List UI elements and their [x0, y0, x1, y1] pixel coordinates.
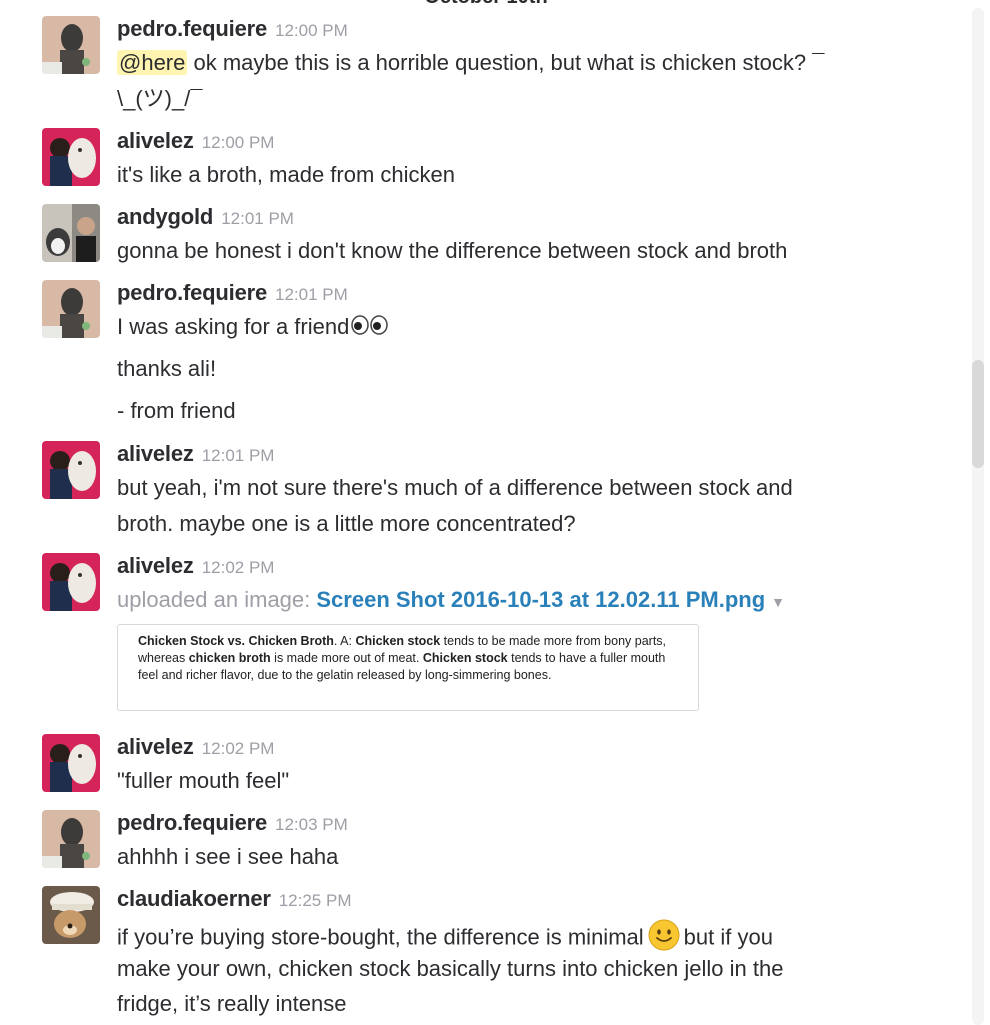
upload-prefix: uploaded an image: — [117, 587, 317, 612]
author-name[interactable]: claudiakoerner — [117, 886, 271, 911]
message-text: gonna be honest i don't know the differe… — [117, 238, 788, 263]
date-divider: October 10th — [0, 0, 972, 9]
avatar[interactable] — [42, 280, 100, 338]
author-name[interactable]: alivelez — [117, 441, 194, 466]
mention-here[interactable]: @here — [117, 50, 188, 75]
preview-bold: chicken broth — [188, 651, 271, 665]
eyes-emoji-icon — [349, 314, 391, 343]
message-text: @here ok maybe this is a horrible questi… — [117, 49, 824, 77]
avatar[interactable] — [42, 16, 100, 74]
message-header: claudiakoerner 12:25 PM — [117, 886, 351, 912]
preview-text: . A: — [333, 634, 356, 648]
message-item: alivelez 12:02 PM uploaded an image: Scre… — [0, 553, 960, 718]
scrollbar-track[interactable] — [972, 8, 984, 1025]
message-text: it's like a broth, made from chicken — [117, 162, 456, 187]
message-item: claudiakoerner 12:25 PM if you’re buying … — [0, 886, 960, 1022]
message-item: alivelez 12:00 PM it's like a broth, made… — [0, 128, 960, 190]
message-text: \_(ツ)_/¯ — [117, 86, 203, 111]
timestamp[interactable]: 12:02 PM — [202, 558, 275, 577]
scrollbar-thumb[interactable] — [972, 360, 984, 468]
timestamp[interactable]: 12:01 PM — [202, 446, 275, 465]
preview-bold: Chicken stock — [355, 634, 441, 648]
message-item: alivelez 12:02 PM "fuller mouth feel" — [0, 734, 960, 796]
message-text-part: but if you — [683, 924, 773, 950]
message-header: andygold 12:01 PM — [117, 204, 294, 230]
message-text: make your own, chicken stock basically t… — [117, 956, 784, 981]
message-item: pedro.fequiere 12:03 PM ahhhh i see i see… — [0, 810, 960, 872]
message-text: thanks ali! — [117, 356, 217, 381]
chevron-down-icon[interactable]: ▼ — [771, 594, 785, 610]
message-item: pedro.fequiere 12:01 PM I was asking for … — [0, 280, 960, 430]
author-name[interactable]: alivelez — [117, 734, 194, 759]
message-header: alivelez 12:02 PM — [117, 734, 274, 760]
message-header: pedro.fequiere 12:01 PM — [117, 280, 348, 306]
message-header: alivelez 12:02 PM — [117, 553, 274, 579]
timestamp[interactable]: 12:00 PM — [275, 21, 348, 40]
message-item: pedro.fequiere 12:00 PM @here ok maybe th… — [0, 16, 960, 116]
author-name[interactable]: pedro.fequiere — [117, 810, 267, 835]
message-header: pedro.fequiere 12:03 PM — [117, 810, 348, 836]
message-text-part: if you’re buying store-bought, the diffe… — [117, 924, 644, 950]
message-text: fridge, it’s really intense — [117, 991, 347, 1016]
message-text-part: I was asking for a friend — [117, 314, 350, 339]
image-preview[interactable]: Chicken Stock vs. Chicken Broth. A: Chic… — [117, 624, 699, 711]
upload-line: uploaded an image: Screen Shot 2016-10-1… — [117, 586, 785, 616]
message-header: alivelez 12:01 PM — [117, 441, 274, 467]
author-name[interactable]: pedro.fequiere — [117, 280, 267, 305]
message-text-part: ok maybe this is a horrible question, bu… — [187, 50, 825, 75]
message-text: but yeah, i'm not sure there's much of a… — [117, 475, 793, 500]
message-header: alivelez 12:00 PM — [117, 128, 274, 154]
message-text: - from friend — [117, 398, 236, 423]
message-text: if you’re buying store-bought, the diffe… — [117, 919, 773, 958]
avatar[interactable] — [42, 441, 100, 499]
message-item: alivelez 12:01 PM but yeah, i'm not sure … — [0, 441, 960, 541]
author-name[interactable]: andygold — [117, 204, 213, 229]
message-header: pedro.fequiere 12:00 PM — [117, 16, 348, 42]
author-name[interactable]: pedro.fequiere — [117, 16, 267, 41]
message-text: ahhhh i see i see haha — [117, 844, 339, 869]
author-name[interactable]: alivelez — [117, 128, 194, 153]
avatar[interactable] — [42, 128, 100, 186]
timestamp[interactable]: 12:02 PM — [202, 739, 275, 758]
timestamp[interactable]: 12:01 PM — [275, 285, 348, 304]
message-text: broth. maybe one is a little more concen… — [117, 511, 576, 536]
timestamp[interactable]: 12:03 PM — [275, 815, 348, 834]
message-text: "fuller mouth feel" — [117, 768, 290, 793]
timestamp[interactable]: 12:00 PM — [202, 133, 275, 152]
timestamp[interactable]: 12:25 PM — [279, 891, 352, 910]
preview-text: is made more out of meat. — [270, 651, 423, 665]
avatar[interactable] — [42, 553, 100, 611]
avatar[interactable] — [42, 204, 100, 262]
slightly-smiling-emoji-icon — [648, 919, 680, 958]
avatar[interactable] — [42, 810, 100, 868]
message-text: I was asking for a friend — [117, 313, 391, 343]
avatar[interactable] — [42, 734, 100, 792]
preview-bold: Chicken stock — [422, 651, 508, 665]
file-link[interactable]: Screen Shot 2016-10-13 at 12.02.11 PM.pn… — [316, 587, 765, 612]
author-name[interactable]: alivelez — [117, 553, 194, 578]
avatar[interactable] — [42, 886, 100, 944]
preview-bold: Chicken Stock vs. Chicken Broth — [138, 634, 334, 648]
timestamp[interactable]: 12:01 PM — [221, 209, 294, 228]
message-item: andygold 12:01 PM gonna be honest i don't… — [0, 204, 960, 266]
